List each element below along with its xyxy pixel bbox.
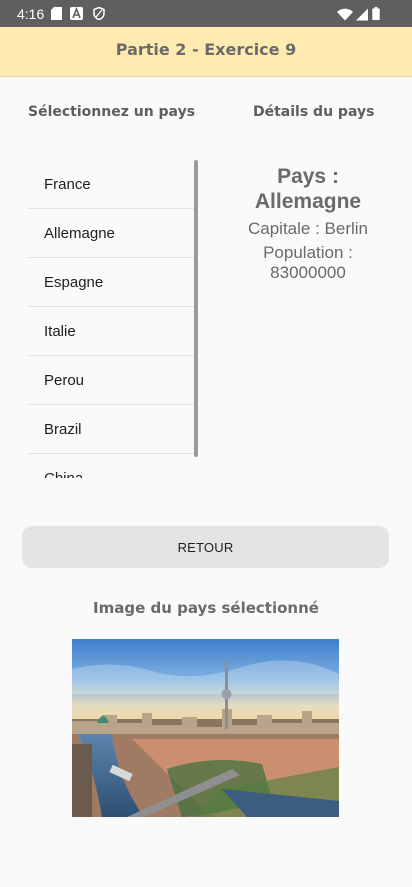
image-caption: Image du pays sélectionné: [93, 599, 319, 617]
list-item[interactable]: Brazil: [28, 405, 198, 454]
list-item[interactable]: China: [28, 454, 198, 479]
back-button[interactable]: RETOUR: [22, 526, 389, 568]
wifi-icon: [337, 8, 353, 21]
notification-a-icon: [70, 7, 83, 20]
app-bar: Partie 2 - Exercice 9: [0, 27, 412, 77]
status-bar: 4:16: [0, 0, 412, 27]
country-image: [72, 639, 339, 817]
berlin-skyline-image: [72, 639, 339, 817]
country-list-scrollbar[interactable]: [194, 160, 198, 457]
population-text: Population : 83000000: [263, 243, 353, 282]
list-item[interactable]: Perou: [28, 356, 198, 405]
country-name-text: Pays : Allemagne: [254, 165, 362, 213]
status-time: 4:16: [17, 6, 45, 22]
list-item[interactable]: France: [28, 160, 198, 209]
battery-icon: [372, 7, 380, 20]
list-item[interactable]: Italie: [28, 307, 198, 356]
list-item[interactable]: Allemagne: [28, 209, 198, 258]
capital-text: Capitale : Berlin: [247, 219, 368, 238]
shield-icon: [93, 7, 105, 20]
country-list[interactable]: France Allemagne Espagne Italie Perou Br…: [28, 160, 198, 478]
signal-icon: [356, 8, 368, 21]
country-selection-heading: Sélectionnez un pays: [28, 104, 196, 120]
app-screen: 4:16 Partie 2 - Exercice 9 Sélectionnez …: [0, 0, 412, 887]
list-item[interactable]: Espagne: [28, 258, 198, 307]
country-details-heading: Détails du pays: [253, 104, 375, 120]
sd-card-icon: [51, 7, 62, 20]
app-title: Partie 2 - Exercice 9: [115, 40, 297, 59]
